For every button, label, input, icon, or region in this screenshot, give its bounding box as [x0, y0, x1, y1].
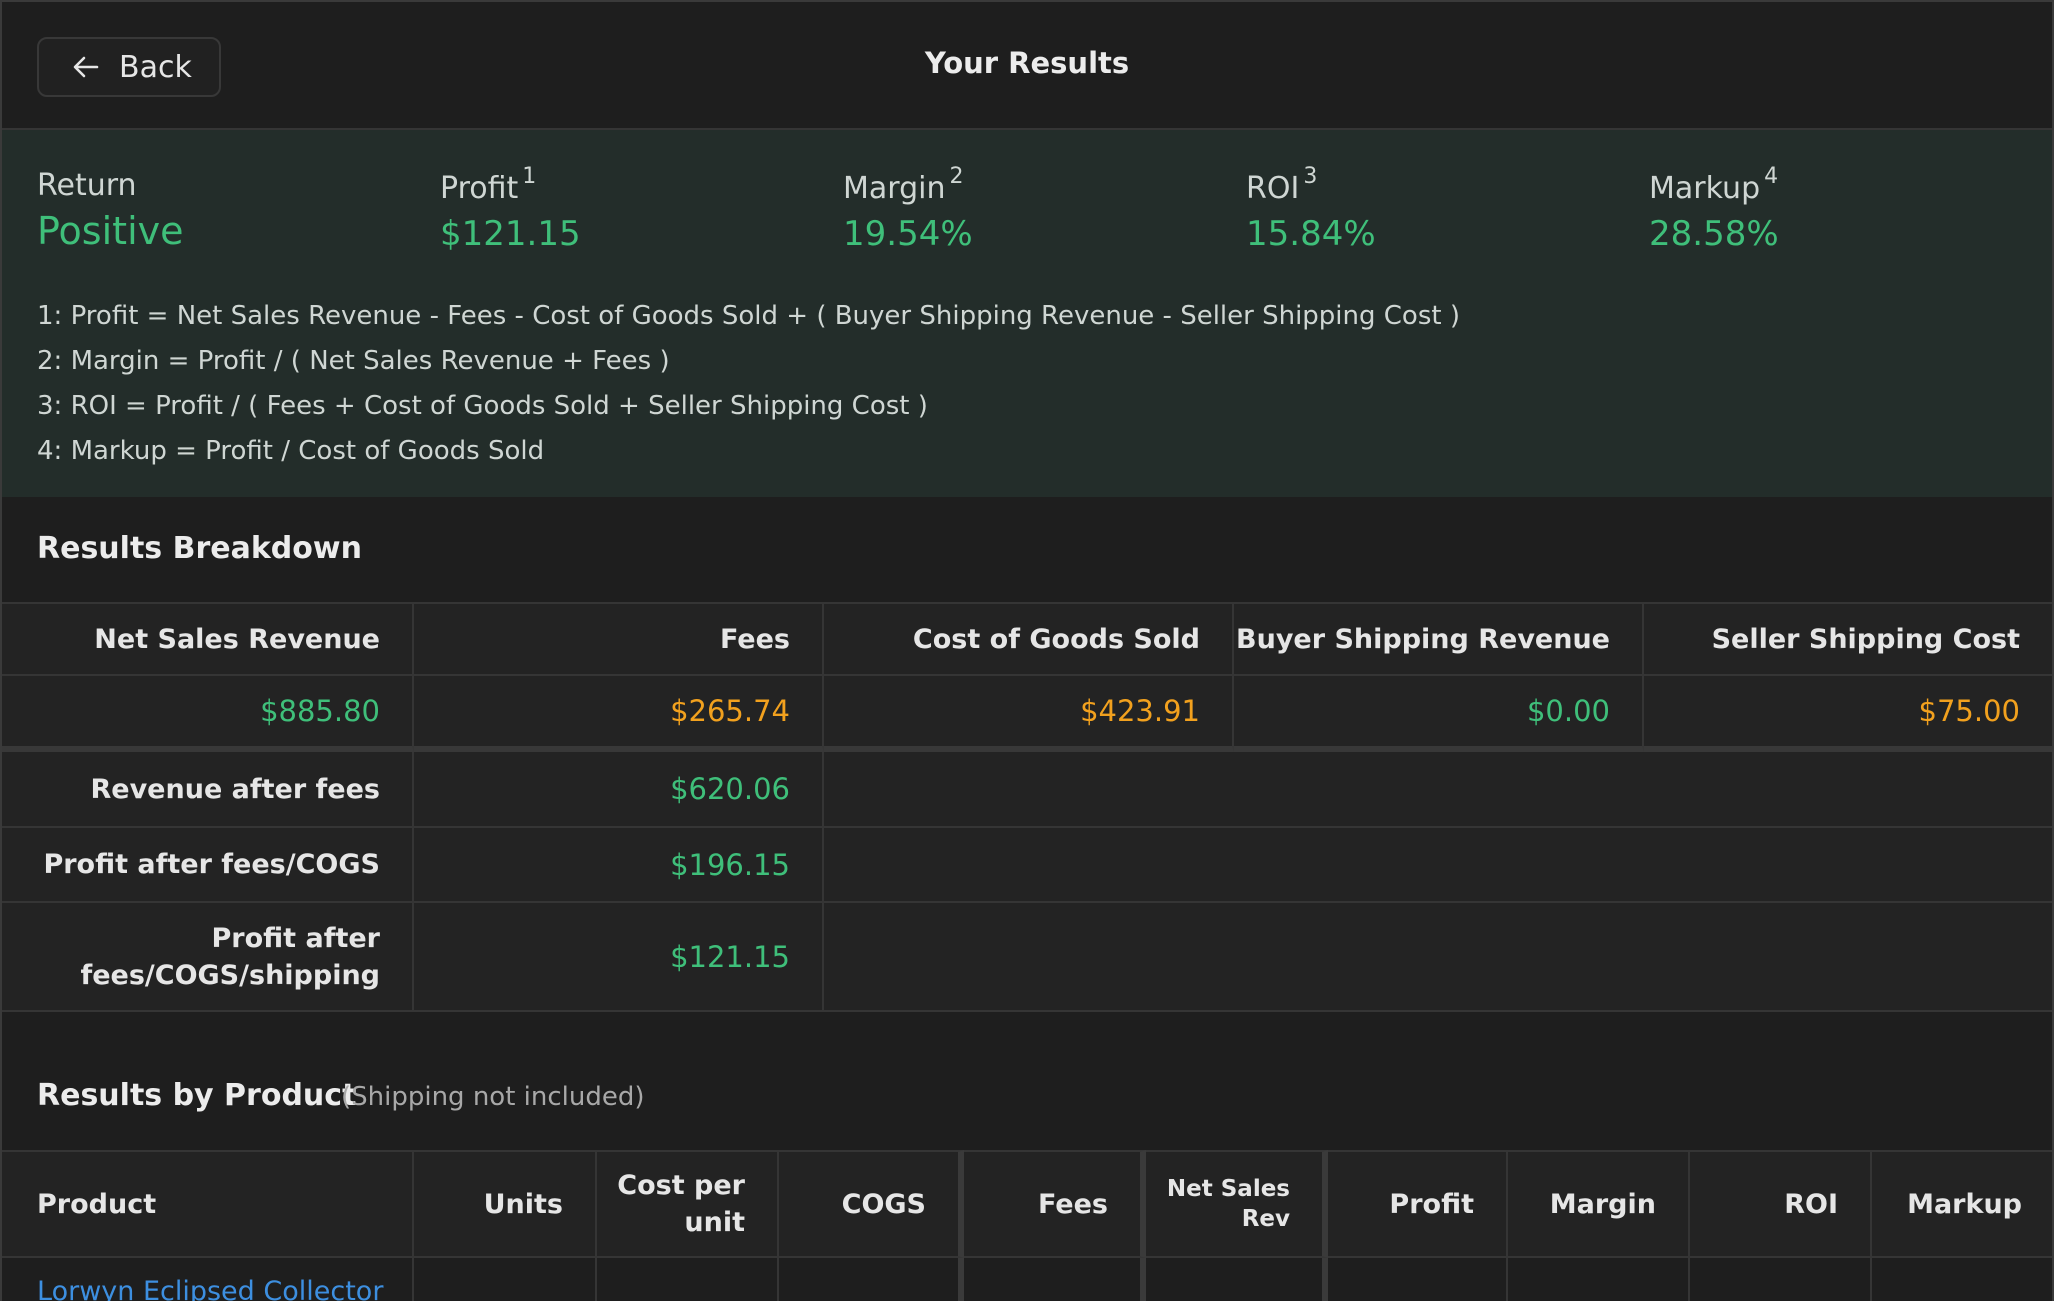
formula-notes: 1: Profit = Net Sales Revenue - Fees - C…	[37, 294, 1460, 474]
col-margin[interactable]: Margin	[1508, 1150, 1690, 1258]
col-label-line: Rev	[1241, 1206, 1290, 1232]
row-label-line: fees/COGS/shipping	[80, 959, 380, 991]
value-fees: $265.74	[414, 676, 824, 752]
top-bar: Back Your Results	[2, 2, 2052, 130]
header-seller-shipping-cost: Seller Shipping Cost	[1644, 604, 2052, 676]
value-cogs: $423.91	[824, 676, 1234, 752]
markup-metric: Markup 4 28.58%	[1649, 164, 1779, 254]
markup-cell	[1872, 1258, 2052, 1301]
markup-label: Markup	[1649, 171, 1761, 206]
margin-value: 19.54%	[843, 214, 973, 254]
results-screen: Back Your Results Return Positive Profit…	[0, 0, 2054, 1301]
col-cogs[interactable]: COGS	[779, 1150, 964, 1258]
by-product-title: Results by Product	[37, 1078, 357, 1113]
cogs-cell	[779, 1258, 964, 1301]
formula-note: 4: Markup = Profit / Cost of Goods Sold	[37, 436, 545, 466]
units-cell	[414, 1258, 597, 1301]
margin-metric: Margin 2 19.54%	[843, 164, 973, 254]
formula-note: 3: ROI = Profit / ( Fees + Cost of Goods…	[37, 391, 928, 421]
row-value-profit-after-shipping: $121.15	[414, 903, 824, 1012]
header-net-sales-revenue: Net Sales Revenue	[2, 604, 414, 676]
profit-cell	[1328, 1258, 1508, 1301]
formula-note: 1: Profit = Net Sales Revenue - Fees - C…	[37, 301, 1460, 331]
row-label-line: Profit after	[211, 922, 380, 954]
row-label-profit-after-fees-cogs: Profit after fees/COGS	[2, 828, 414, 903]
row-value-profit-after-fees-cogs: $196.15	[414, 828, 824, 903]
markup-value: 28.58%	[1649, 214, 1779, 254]
by-product-subtitle: (Shipping not included)	[341, 1082, 645, 1112]
value-net-sales-revenue: $885.80	[2, 676, 414, 752]
margin-label: Margin	[843, 171, 946, 206]
row-label-profit-after-shipping: Profit after fees/COGS/shipping	[2, 903, 414, 1012]
roi-cell	[1690, 1258, 1872, 1301]
roi-value: 15.84%	[1246, 214, 1376, 254]
margin-cell	[1508, 1258, 1690, 1301]
formula-note: 2: Margin = Profit / ( Net Sales Revenue…	[37, 346, 670, 376]
net-sales-cell	[1146, 1258, 1328, 1301]
col-markup[interactable]: Markup	[1872, 1150, 2052, 1258]
roi-footnote-ref: 3	[1303, 164, 1318, 189]
page-title: Your Results	[924, 46, 1130, 80]
row-empty	[824, 903, 2052, 1012]
product-link[interactable]: Lorwyn Eclipsed Collector	[37, 1276, 383, 1301]
col-profit[interactable]: Profit	[1328, 1150, 1508, 1258]
row-label-revenue-after-fees: Revenue after fees	[2, 752, 414, 828]
margin-footnote-ref: 2	[949, 164, 964, 189]
col-label-line: unit	[684, 1207, 745, 1238]
return-label: Return	[37, 168, 137, 203]
col-cost-per-unit[interactable]: Cost per unit	[597, 1150, 779, 1258]
roi-metric: ROI 3 15.84%	[1246, 164, 1376, 254]
value-buyer-shipping-revenue: $0.00	[1234, 676, 1644, 752]
header-buyer-shipping-revenue: Buyer Shipping Revenue	[1234, 604, 1644, 676]
return-metric: Return Positive	[37, 168, 184, 253]
fees-cell	[964, 1258, 1146, 1301]
profit-metric: Profit 1 $121.15	[440, 164, 581, 254]
row-empty	[824, 828, 2052, 903]
profit-label: Profit	[440, 171, 519, 206]
profit-footnote-ref: 1	[522, 164, 537, 189]
row-value-revenue-after-fees: $620.06	[414, 752, 824, 828]
col-units[interactable]: Units	[414, 1150, 597, 1258]
breakdown-title: Results Breakdown	[37, 531, 362, 566]
header-cogs: Cost of Goods Sold	[824, 604, 1234, 676]
profit-value: $121.15	[440, 214, 581, 254]
value-seller-shipping-cost: $75.00	[1644, 676, 2052, 752]
col-fees[interactable]: Fees	[964, 1150, 1146, 1258]
markup-footnote-ref: 4	[1764, 164, 1779, 189]
return-value: Positive	[37, 209, 184, 253]
roi-label: ROI	[1246, 171, 1300, 206]
col-label-line: Net Sales	[1166, 1176, 1290, 1202]
col-label-line: Cost per	[617, 1170, 745, 1201]
col-roi[interactable]: ROI	[1690, 1150, 1872, 1258]
summary-panel: Return Positive Profit 1 $121.15 Margin 2 …	[2, 130, 2052, 497]
header-fees: Fees	[414, 604, 824, 676]
col-net-sales-rev[interactable]: Net Sales Rev	[1146, 1150, 1328, 1258]
cost-per-unit-cell	[597, 1258, 779, 1301]
col-product[interactable]: Product	[2, 1150, 414, 1258]
row-empty	[824, 752, 2052, 828]
